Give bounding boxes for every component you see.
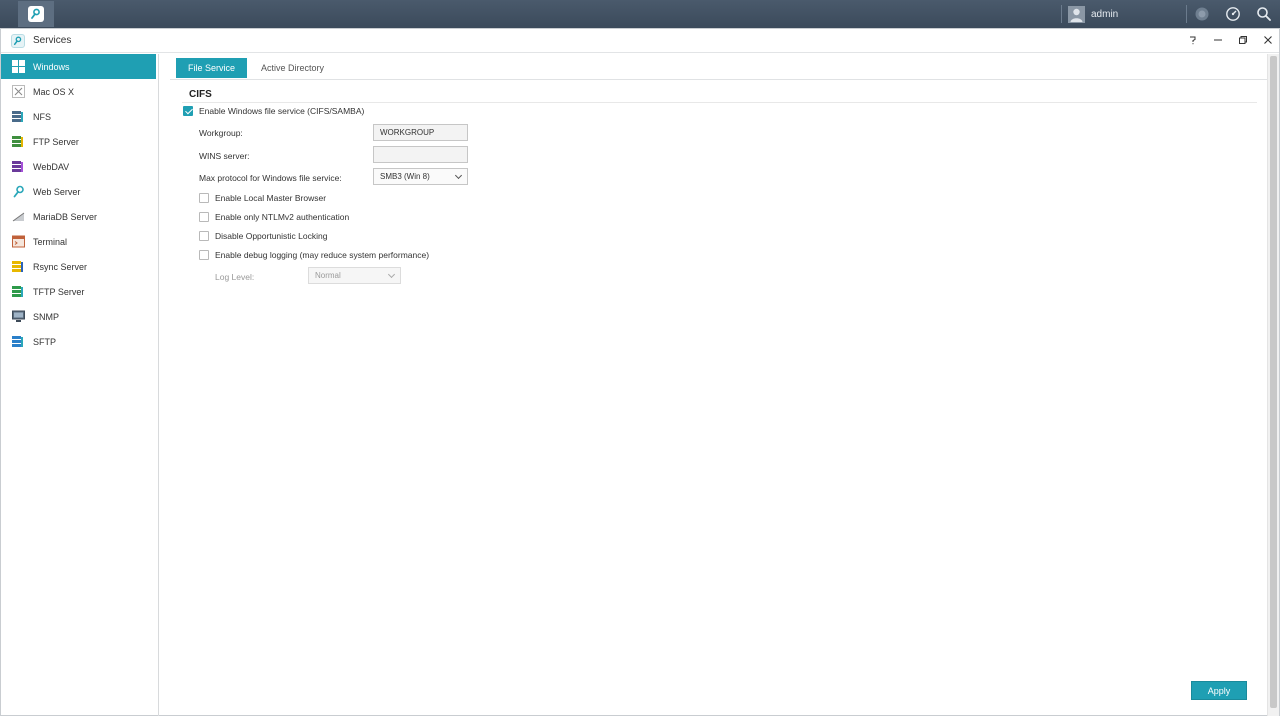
scrollbar-thumb[interactable] xyxy=(1270,56,1277,708)
sidebar-item-label: NFS xyxy=(33,111,51,122)
taskbar: admin xyxy=(0,0,1280,28)
sidebar-item-webdav[interactable]: WebDAV xyxy=(1,154,158,179)
services-app-icon xyxy=(11,33,25,48)
windows-icon xyxy=(12,60,25,73)
sidebar-item-label: MariaDB Server xyxy=(33,211,98,222)
sftp-icon xyxy=(12,335,25,348)
sidebar-item-mac-os-x[interactable]: Mac OS X xyxy=(1,79,158,104)
workgroup-value: WORKGROUP xyxy=(380,128,435,137)
section-title-cifs: CIFS xyxy=(189,89,212,100)
wins-server-input[interactable] xyxy=(373,146,468,163)
apply-button[interactable]: Apply xyxy=(1191,681,1247,700)
section-divider xyxy=(182,102,1257,103)
local-master-browser-checkbox[interactable] xyxy=(199,193,209,203)
services-taskbar-button[interactable] xyxy=(18,1,54,27)
rsync-icon xyxy=(12,260,25,273)
sidebar-item-label: WebDAV xyxy=(33,161,70,172)
log-level-label: Log Level: xyxy=(215,272,255,282)
enable-cifs-option[interactable]: Enable Windows file service (CIFS/SAMBA) xyxy=(183,106,364,116)
snmp-icon xyxy=(12,310,25,323)
sidebar-item-nfs[interactable]: NFS xyxy=(1,104,158,129)
log-level-value: Normal xyxy=(315,271,341,280)
tftp-icon xyxy=(12,285,25,298)
sidebar-item-label: SNMP xyxy=(33,311,60,322)
sidebar-item-label: Terminal xyxy=(33,236,68,247)
sidebar-item-tftp-server[interactable]: TFTP Server xyxy=(1,279,158,304)
sidebar-item-ftp-server[interactable]: FTP Server xyxy=(1,129,158,154)
username: admin xyxy=(1091,8,1119,20)
minimize-icon[interactable] xyxy=(1211,33,1225,47)
sidebar-item-label: TFTP Server xyxy=(33,286,85,297)
restore-icon[interactable] xyxy=(1236,33,1250,47)
sidebar-item-label: Mac OS X xyxy=(33,86,75,97)
sidebar-item-label: FTP Server xyxy=(33,136,79,147)
ntlmv2-only-option[interactable]: Enable only NTLMv2 authentication xyxy=(199,212,349,222)
log-level-select[interactable]: Normal xyxy=(308,267,401,284)
local-master-browser-label: Enable Local Master Browser xyxy=(215,193,327,203)
chevron-down-icon xyxy=(454,171,463,179)
opportunistic-locking-option[interactable]: Disable Opportunistic Locking xyxy=(199,231,327,241)
chevron-down-icon xyxy=(387,270,396,278)
max-protocol-label: Max protocol for Windows file service: xyxy=(199,173,342,183)
taskbar-separator xyxy=(1061,5,1062,23)
sidebar-item-web-server[interactable]: Web Server xyxy=(1,179,158,204)
webdav-icon xyxy=(12,160,25,173)
taskbar-separator xyxy=(1186,5,1187,23)
sidebar-item-terminal[interactable]: Terminal xyxy=(1,229,158,254)
ntlmv2-only-checkbox[interactable] xyxy=(199,212,209,222)
sidebar-item-label: SFTP xyxy=(33,336,57,347)
dashboard-icon[interactable] xyxy=(1225,6,1241,22)
ntlmv2-only-label: Enable only NTLMv2 authentication xyxy=(215,212,350,222)
debug-logging-option[interactable]: Enable debug logging (may reduce system … xyxy=(199,250,429,260)
tab-file-service[interactable]: File Service xyxy=(176,58,248,78)
enable-cifs-checkbox[interactable] xyxy=(183,106,193,116)
services-sidebar: Windows Mac OS X NFS FTP Server WebDAV W… xyxy=(1,54,159,716)
notification-icon[interactable] xyxy=(1194,6,1210,22)
sidebar-item-mariadb-server[interactable]: MariaDB Server xyxy=(1,204,158,229)
enable-cifs-label: Enable Windows file service (CIFS/SAMBA) xyxy=(199,106,365,116)
services-app-icon xyxy=(28,6,44,22)
ftp-icon xyxy=(12,135,25,148)
local-master-browser-option[interactable]: Enable Local Master Browser xyxy=(199,193,326,203)
terminal-icon xyxy=(12,235,25,248)
user-menu[interactable]: admin xyxy=(1068,5,1118,23)
vertical-scrollbar[interactable] xyxy=(1267,54,1279,716)
tab-active-directory[interactable]: Active Directory xyxy=(249,58,336,78)
sidebar-item-label: Web Server xyxy=(33,186,81,197)
help-icon[interactable] xyxy=(1186,33,1200,47)
nfs-icon xyxy=(12,110,25,123)
opportunistic-locking-checkbox[interactable] xyxy=(199,231,209,241)
sidebar-item-sftp[interactable]: SFTP xyxy=(1,329,158,354)
sidebar-item-label: Rsync Server xyxy=(33,261,88,272)
max-protocol-select[interactable]: SMB3 (Win 8) xyxy=(373,168,468,185)
main-content: File Service Active Directory CIFS Enabl… xyxy=(160,54,1267,716)
mariadb-icon xyxy=(12,210,25,223)
max-protocol-value: SMB3 (Win 8) xyxy=(380,172,430,181)
close-icon[interactable] xyxy=(1261,33,1275,47)
search-icon[interactable] xyxy=(1256,6,1272,22)
wins-server-label: WINS server: xyxy=(199,151,250,161)
tab-divider xyxy=(170,79,1267,80)
mac-icon xyxy=(12,85,25,98)
sidebar-item-rsync-server[interactable]: Rsync Server xyxy=(1,254,158,279)
user-icon xyxy=(1068,5,1085,23)
debug-logging-label: Enable debug logging (may reduce system … xyxy=(215,250,430,260)
sidebar-item-label: Windows xyxy=(33,61,70,72)
debug-logging-checkbox[interactable] xyxy=(199,250,209,260)
services-window: Services Windows Mac OS X NFS FTP Server… xyxy=(0,28,1280,716)
workgroup-input[interactable]: WORKGROUP xyxy=(373,124,468,141)
window-title: Services xyxy=(33,35,72,46)
sidebar-item-windows[interactable]: Windows xyxy=(1,54,156,79)
window-titlebar[interactable]: Services xyxy=(1,29,1279,53)
web-server-icon xyxy=(12,185,25,198)
sidebar-item-snmp[interactable]: SNMP xyxy=(1,304,158,329)
tab-bar: File Service Active Directory xyxy=(176,58,338,78)
workgroup-label: Workgroup: xyxy=(199,128,243,138)
opportunistic-locking-label: Disable Opportunistic Locking xyxy=(215,231,328,241)
